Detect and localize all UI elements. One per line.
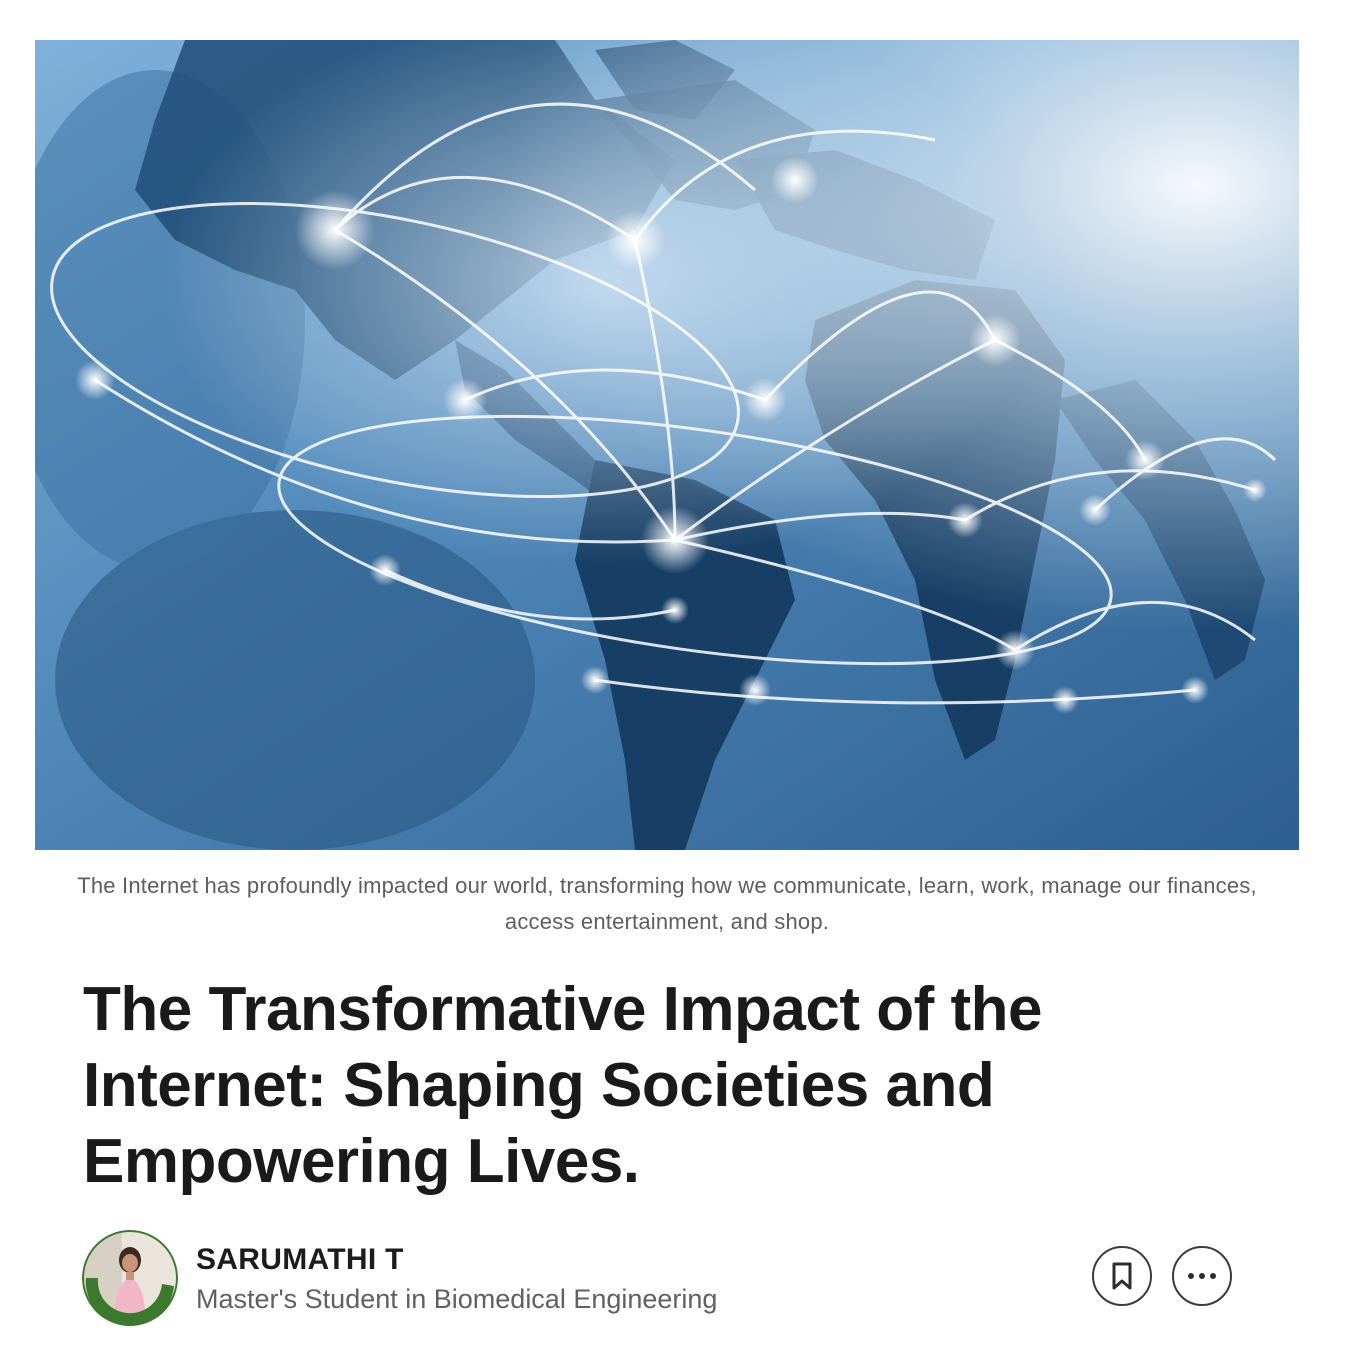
image-caption: The Internet has profoundly impacted our… — [77, 873, 1257, 934]
author-avatar[interactable] — [82, 1230, 178, 1326]
article-title: The Transformative Impact of the Interne… — [83, 975, 1043, 1196]
bookmark-icon — [1112, 1262, 1132, 1290]
save-article-button[interactable] — [1092, 1246, 1152, 1306]
author-block: SARUMATHI T Master's Student in Biomedic… — [82, 1230, 1262, 1326]
author-headline: Master's Student in Biomedical Engineeri… — [196, 1284, 718, 1314]
world-network-illustration — [35, 40, 1299, 850]
hero-image — [35, 40, 1299, 850]
author-name[interactable]: SARUMATHI T — [196, 1242, 404, 1278]
more-options-button[interactable] — [1172, 1246, 1232, 1306]
ellipsis-icon — [1188, 1273, 1216, 1279]
